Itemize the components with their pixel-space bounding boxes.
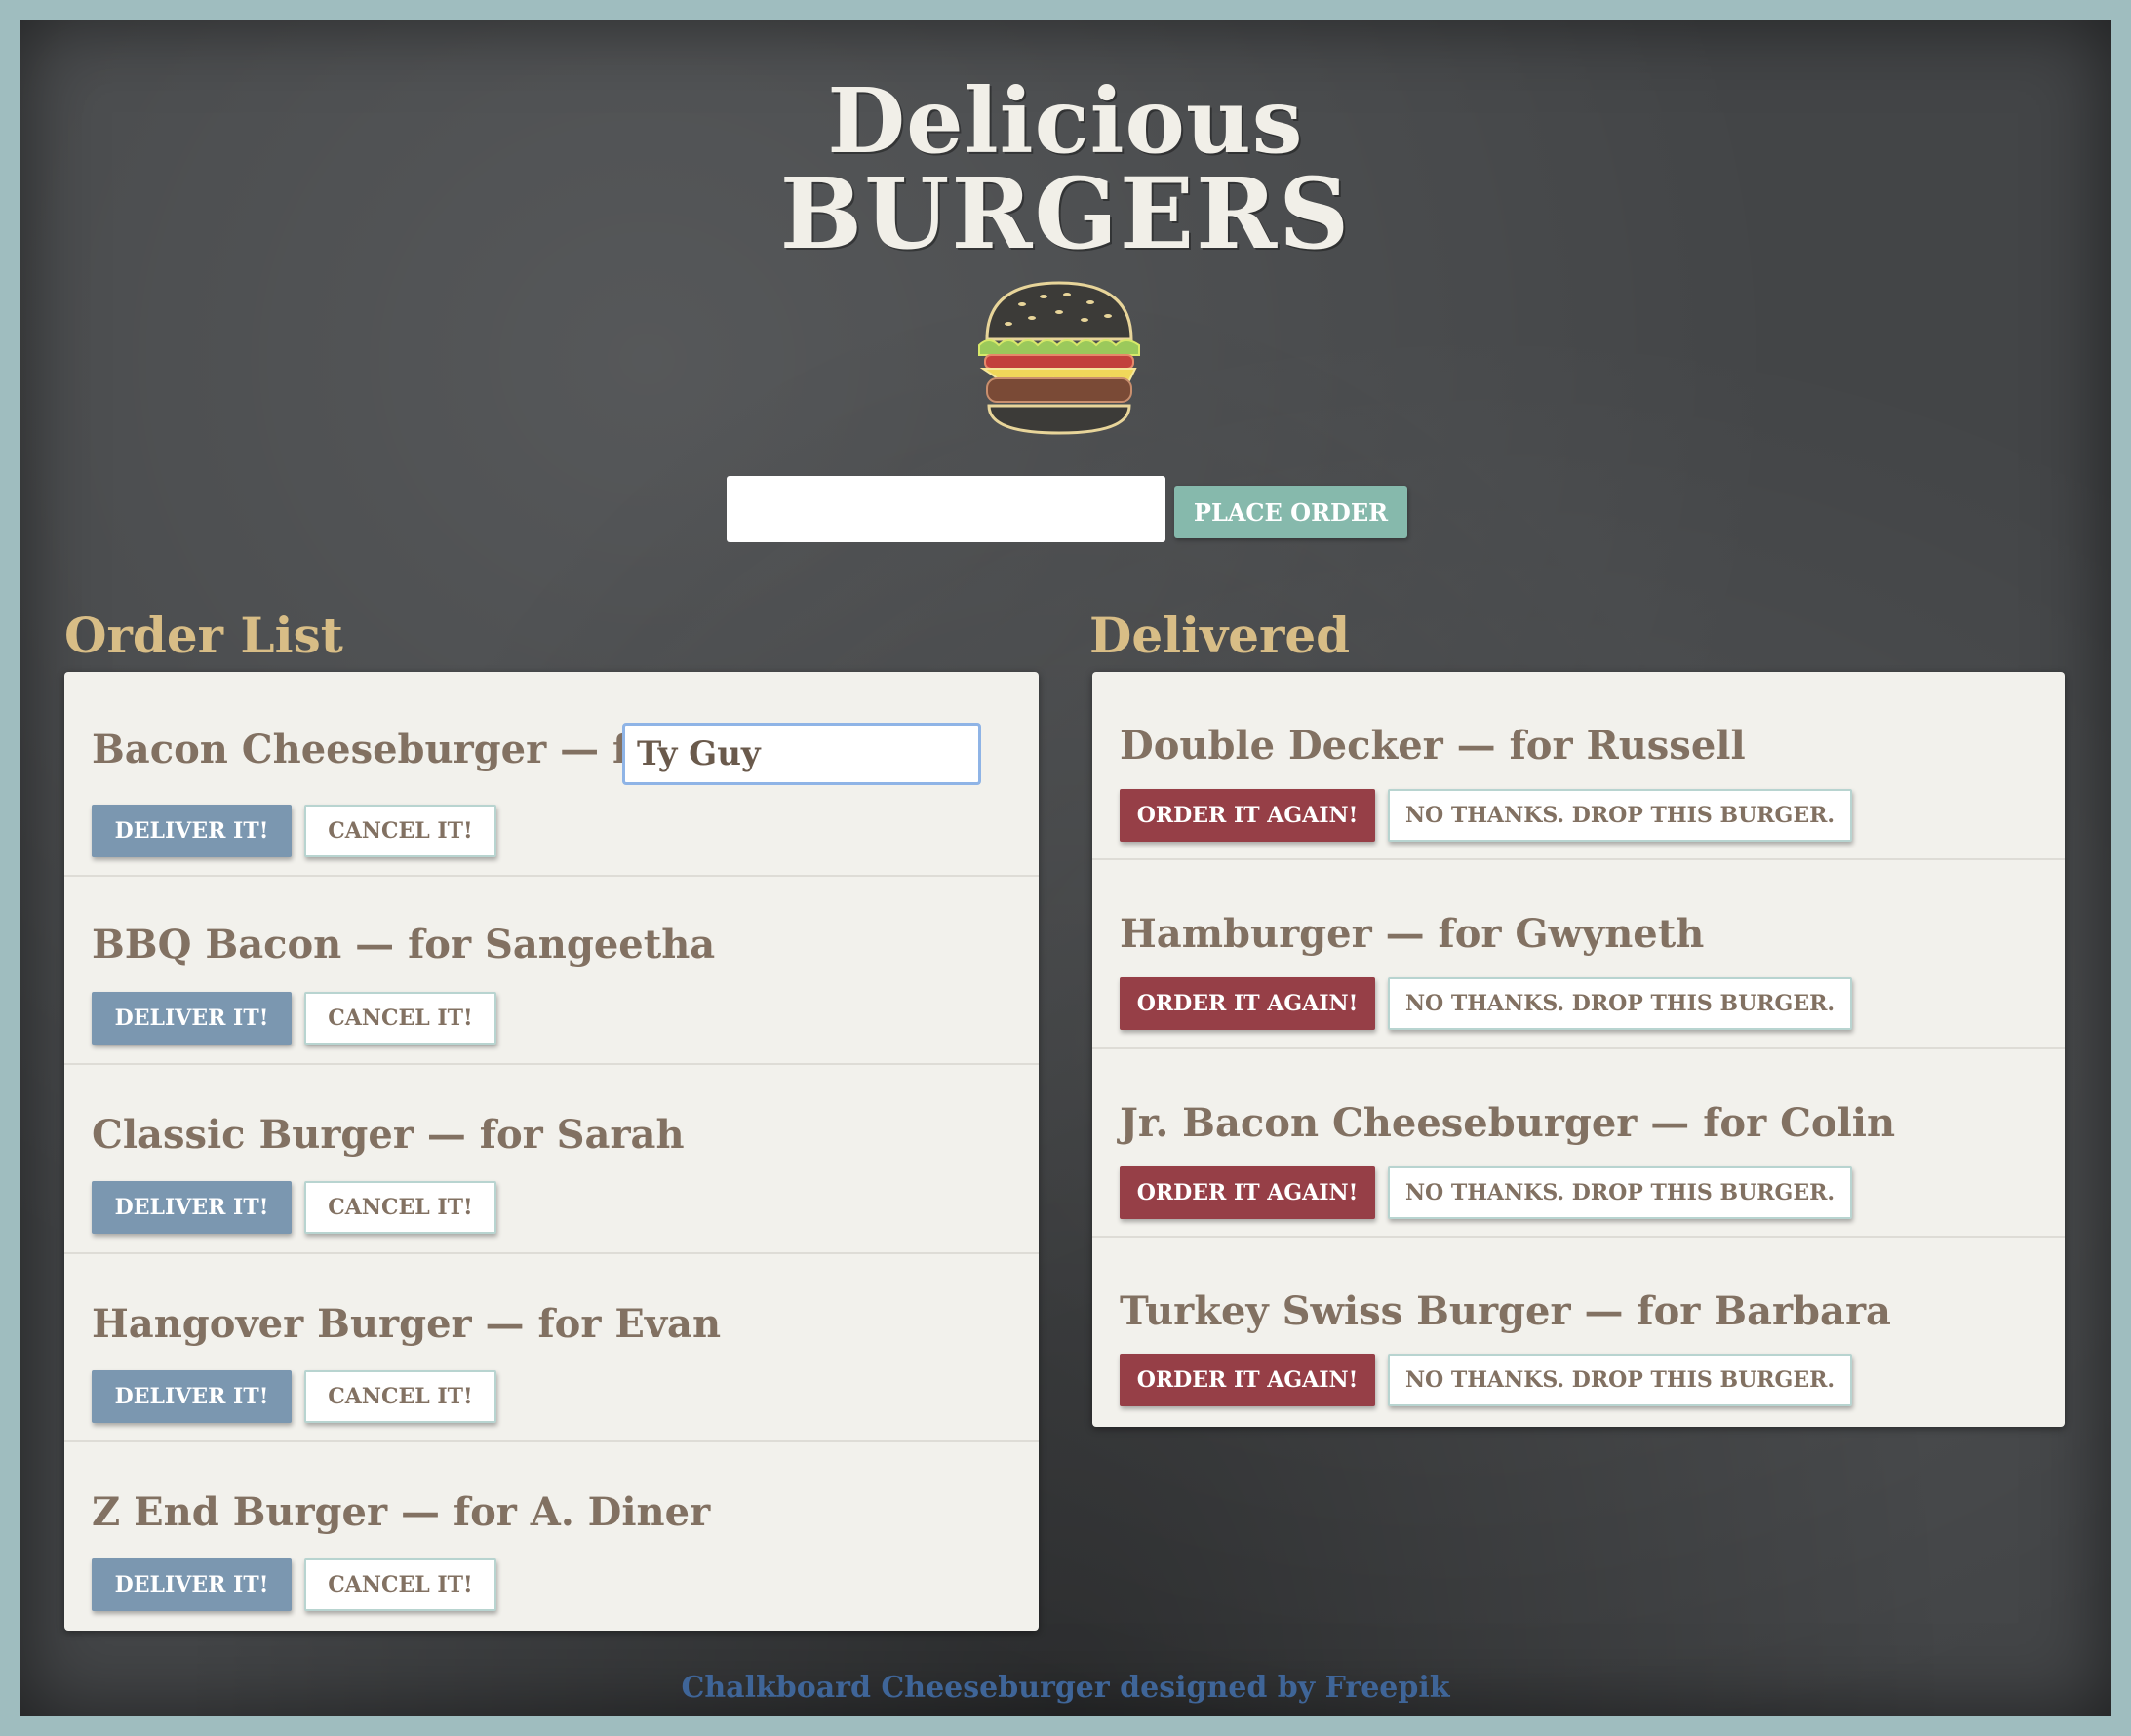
order-item: Bacon Cheeseburger — for DELIVER IT! CAN… xyxy=(64,672,1039,877)
cancel-button[interactable]: CANCEL IT! xyxy=(304,1370,496,1423)
order-list-panel: Bacon Cheeseburger — for DELIVER IT! CAN… xyxy=(64,672,1039,1631)
order-item: BBQ Bacon — for Sangeetha DELIVER IT! CA… xyxy=(64,877,1039,1065)
deliver-button[interactable]: DELIVER IT! xyxy=(92,805,292,857)
delivered-item: Jr. Bacon Cheeseburger — for Colin ORDER… xyxy=(1092,1049,2065,1238)
delivered-panel: Double Decker — for Russell ORDER IT AGA… xyxy=(1092,672,2065,1427)
deliver-button[interactable]: DELIVER IT! xyxy=(92,1370,292,1423)
cancel-button[interactable]: CANCEL IT! xyxy=(304,992,496,1045)
drop-burger-button[interactable]: NO THANKS. DROP THIS BURGER. xyxy=(1388,1166,1852,1219)
order-again-button[interactable]: ORDER IT AGAIN! xyxy=(1120,789,1375,842)
order-item: Classic Burger — for Sarah DELIVER IT! C… xyxy=(64,1065,1039,1254)
order-item-title: Hangover Burger — for Evan xyxy=(92,1301,722,1347)
order-item: Z End Burger — for A. Diner DELIVER IT! … xyxy=(64,1442,1039,1631)
delivered-item: Hamburger — for Gwyneth ORDER IT AGAIN! … xyxy=(1092,860,2065,1049)
delivered-item-title: Hamburger — for Gwyneth xyxy=(1120,911,1705,957)
order-item-title: Bacon Cheeseburger — for xyxy=(92,727,676,772)
cancel-button[interactable]: CANCEL IT! xyxy=(304,805,496,857)
burger-name-input[interactable] xyxy=(727,476,1165,542)
drop-burger-button[interactable]: NO THANKS. DROP THIS BURGER. xyxy=(1388,1354,1852,1406)
deliver-button[interactable]: DELIVER IT! xyxy=(92,992,292,1045)
delivered-item: Double Decker — for Russell ORDER IT AGA… xyxy=(1092,672,2065,860)
drop-burger-button[interactable]: NO THANKS. DROP THIS BURGER. xyxy=(1388,977,1852,1030)
delivered-item-title: Double Decker — for Russell xyxy=(1120,723,1746,769)
place-order-button[interactable]: PLACE ORDER xyxy=(1174,486,1407,538)
order-item-title: Classic Burger — for Sarah xyxy=(92,1112,685,1158)
order-again-button[interactable]: ORDER IT AGAIN! xyxy=(1120,1166,1375,1219)
order-again-button[interactable]: ORDER IT AGAIN! xyxy=(1120,1354,1375,1406)
cancel-button[interactable]: CANCEL IT! xyxy=(304,1181,496,1234)
freepik-credit-link[interactable]: Chalkboard Cheeseburger designed by Free… xyxy=(0,1671,2131,1705)
edit-customer-name-input[interactable] xyxy=(622,723,981,785)
delivered-item-title: Turkey Swiss Burger — for Barbara xyxy=(1120,1288,1891,1334)
deliver-button[interactable]: DELIVER IT! xyxy=(92,1558,292,1611)
burger-illustration-icon xyxy=(978,281,1140,435)
cancel-button[interactable]: CANCEL IT! xyxy=(304,1558,496,1611)
order-item: Hangover Burger — for Evan DELIVER IT! C… xyxy=(64,1254,1039,1442)
delivered-heading: Delivered xyxy=(1089,607,1351,664)
delivered-item-title: Jr. Bacon Cheeseburger — for Colin xyxy=(1120,1100,1896,1146)
order-item-title: BBQ Bacon — for Sangeetha xyxy=(92,922,716,967)
deliver-button[interactable]: DELIVER IT! xyxy=(92,1181,292,1234)
delivered-item: Turkey Swiss Burger — for Barbara ORDER … xyxy=(1092,1238,2065,1427)
order-again-button[interactable]: ORDER IT AGAIN! xyxy=(1120,977,1375,1030)
drop-burger-button[interactable]: NO THANKS. DROP THIS BURGER. xyxy=(1388,789,1852,842)
order-item-title: Z End Burger — for A. Diner xyxy=(92,1489,711,1535)
order-list-heading: Order List xyxy=(64,607,343,664)
app-title-line2: BURGERS xyxy=(779,156,1352,271)
